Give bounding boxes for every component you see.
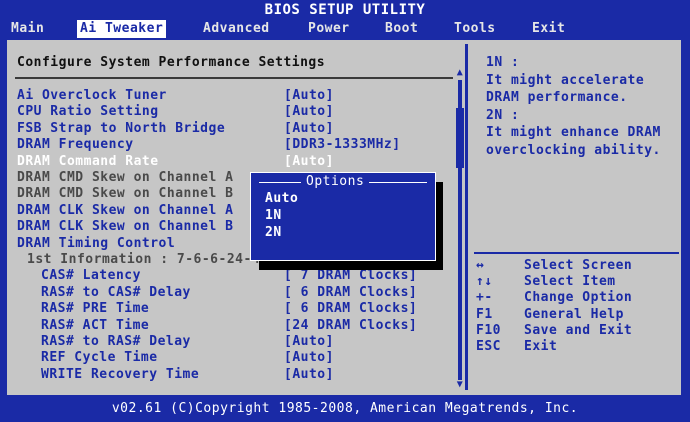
help-line: DRAM performance. [486,90,628,105]
scroll-up-icon[interactable]: ▲ [456,68,464,78]
key-name: ↑↓ [476,274,493,290]
tab-ai-tweaker[interactable]: Ai Tweaker [77,20,167,38]
setting-value[interactable]: [DDR3-1333MHz] [284,137,401,153]
key-description: Select Screen [524,258,633,273]
setting-value[interactable]: [Auto] [284,121,334,137]
setting-value[interactable]: [Auto] [284,104,334,120]
setting-value[interactable]: [ 6 DRAM Clocks] [284,285,417,301]
setting-label: RAS# to CAS# Delay [41,284,191,300]
setting-label: DRAM CLK Skew on Channel B [17,219,234,235]
setting-value[interactable]: [Auto] [284,334,334,350]
setting-value[interactable]: [Auto] [284,88,334,104]
app-title: BIOS SETUP UTILITY [264,2,426,18]
popup-option[interactable]: 1N [265,208,282,224]
key-name: ESC [476,339,501,354]
help-line: It might accelerate [486,72,645,88]
menu-bar: Main Ai Tweaker Advanced Power Boot Tool… [0,20,690,38]
setting-label: DRAM Frequency [17,137,134,153]
help-line: 1N : [486,55,520,70]
tab-boot[interactable]: Boot [382,20,421,38]
setting-label: WRITE Recovery Time [41,366,200,382]
setting-row[interactable]: REF Cycle Time [Auto] [7,350,452,366]
popup-title: Options [301,173,370,191]
setting-row[interactable]: Ai Overclock Tuner [Auto] [7,88,452,104]
section-header: Configure System Performance Settings [17,55,326,70]
key-description: Change Option [524,290,633,306]
setting-value[interactable]: [ 6 DRAM Clocks] [284,301,417,317]
setting-row[interactable]: FSB Strap to North Bridge [Auto] [7,121,452,137]
help-line: overclocking ability. [486,142,661,158]
setting-label: DRAM CMD Skew on Channel A [17,170,234,185]
popup-option[interactable]: Auto [265,191,298,207]
key-name: ↔ [476,258,485,273]
copyright-footer: v02.61 (C)Copyright 1985-2008, American … [111,401,579,416]
setting-row[interactable]: CAS# Latency [ 7 DRAM Clocks] [7,268,452,284]
setting-label: REF Cycle Time [41,350,158,366]
setting-label: RAS# PRE Time [41,301,150,317]
key-description: Exit [524,339,558,354]
header-divider [15,77,453,79]
key-name: +- [476,290,493,306]
setting-label: CPU Ratio Setting [17,104,159,120]
pane-divider [465,44,468,390]
tab-power[interactable]: Power [305,20,353,38]
setting-value[interactable]: [24 DRAM Clocks] [284,318,417,334]
popup-title-bar: Options [251,173,435,191]
help-line: 2N : [486,107,520,123]
setting-row[interactable]: CPU Ratio Setting [Auto] [7,104,452,120]
tab-tools[interactable]: Tools [451,20,499,38]
setting-row[interactable]: RAS# to CAS# Delay [ 6 DRAM Clocks] [7,285,452,301]
setting-label: CAS# Latency [41,268,141,284]
popup-option[interactable]: 2N [265,225,282,241]
tab-exit[interactable]: Exit [529,20,568,38]
setting-value[interactable]: [ 7 DRAM Clocks] [284,268,417,284]
setting-label: RAS# ACT Time [41,317,150,333]
key-description: General Help [524,306,624,322]
setting-label: DRAM Timing Control [17,235,176,251]
setting-value[interactable]: [Auto] [284,154,334,170]
key-name: F1 [476,306,493,322]
setting-row[interactable]: RAS# PRE Time [ 6 DRAM Clocks] [7,301,452,317]
options-popup[interactable]: Options Auto 1N 2N [250,172,436,261]
scroll-down-icon[interactable]: ▼ [456,380,464,390]
key-name: F10 [476,322,501,338]
setting-row[interactable]: DRAM Command Rate [Auto] [7,154,452,170]
setting-row[interactable]: WRITE Recovery Time [Auto] [7,367,452,383]
setting-label: FSB Strap to North Bridge [17,120,226,136]
setting-value[interactable]: [Auto] [284,350,334,366]
setting-label: Ai Overclock Tuner [17,88,167,103]
key-description: Select Item [524,274,616,290]
help-line: It might enhance DRAM [486,125,661,140]
setting-label: DRAM CLK Skew on Channel A [17,202,234,218]
help-divider [474,252,679,254]
setting-row[interactable]: RAS# ACT Time [24 DRAM Clocks] [7,318,452,334]
tab-advanced[interactable]: Advanced [200,20,273,38]
scrollbar[interactable]: ▲ ▼ [456,68,464,390]
setting-label: DRAM Command Rate [17,153,159,169]
tab-main[interactable]: Main [8,20,47,38]
setting-label: DRAM CMD Skew on Channel B [17,186,234,202]
setting-label: RAS# to RAS# Delay [41,334,191,349]
help-pane: 1N : It might accelerate DRAM performance.… [472,40,681,395]
setting-value[interactable]: [Auto] [284,367,334,383]
scroll-thumb[interactable] [456,108,464,168]
setting-row[interactable]: RAS# to RAS# Delay [Auto] [7,334,452,350]
setting-row[interactable]: DRAM Frequency [DDR3-1333MHz] [7,137,452,153]
key-description: Save and Exit [524,322,633,338]
